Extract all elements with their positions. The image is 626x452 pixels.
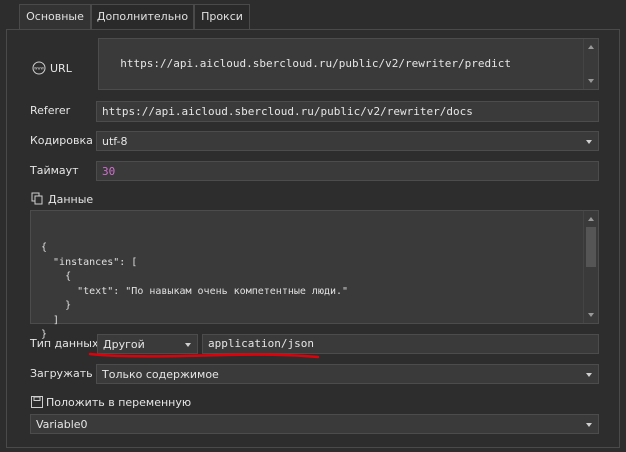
encoding-label: Кодировка (30, 134, 93, 147)
tab-proxy[interactable]: Прокси (194, 4, 250, 29)
tab-advanced-label: Дополнительно (96, 10, 189, 23)
url-scrollbar[interactable] (583, 39, 598, 89)
chevron-down-icon (586, 423, 592, 427)
url-input[interactable]: https://api.aicloud.sbercloud.ru/public/… (98, 38, 599, 90)
data-label: Данные (48, 193, 94, 206)
www-icon: www (32, 61, 46, 75)
scroll-down-icon[interactable] (588, 79, 594, 83)
url-value: https://api.aicloud.sbercloud.ru/public/… (120, 57, 511, 70)
tab-proxy-label: Прокси (201, 10, 243, 23)
chevron-down-icon (586, 140, 592, 144)
encoding-value: utf-8 (102, 135, 128, 148)
timeout-value: 30 (102, 165, 116, 178)
referer-value: https://api.aicloud.sbercloud.ru/public/… (102, 105, 473, 118)
timeout-input[interactable]: 30 (96, 161, 599, 181)
load-select[interactable]: Только содержимое (96, 364, 599, 384)
scroll-up-icon[interactable] (588, 45, 594, 49)
scroll-down-icon[interactable] (588, 313, 594, 317)
url-label: URL (50, 62, 72, 75)
save-var-label: Положить в переменную (46, 396, 192, 409)
svg-text:www: www (34, 66, 45, 71)
data-editor[interactable]: { "instances": [ { "text": "По навыкам о… (30, 210, 599, 340)
red-underline-annotation (88, 352, 320, 359)
tab-advanced[interactable]: Дополнительно (91, 4, 194, 29)
encoding-select[interactable]: utf-8 (96, 131, 599, 151)
tab-main-label: Основные (26, 10, 84, 23)
load-label: Загружать (30, 367, 93, 380)
save-icon (31, 396, 43, 408)
referer-label: Referer (30, 104, 71, 117)
data-scrollbar[interactable] (583, 211, 598, 323)
save-var-value: Variable0 (36, 418, 88, 431)
referer-input[interactable]: https://api.aicloud.sbercloud.ru/public/… (96, 101, 599, 122)
save-var-select[interactable]: Variable0 (30, 414, 599, 434)
load-value: Только содержимое (102, 368, 219, 381)
timeout-label: Таймаут (30, 164, 79, 177)
copy-icon (31, 192, 44, 205)
scroll-thumb[interactable] (586, 227, 596, 267)
data-content: { "instances": [ { "text": "По навыкам о… (41, 242, 349, 340)
chevron-down-icon (586, 373, 592, 377)
scroll-up-icon[interactable] (588, 217, 594, 221)
tab-main[interactable]: Основные (19, 4, 91, 30)
